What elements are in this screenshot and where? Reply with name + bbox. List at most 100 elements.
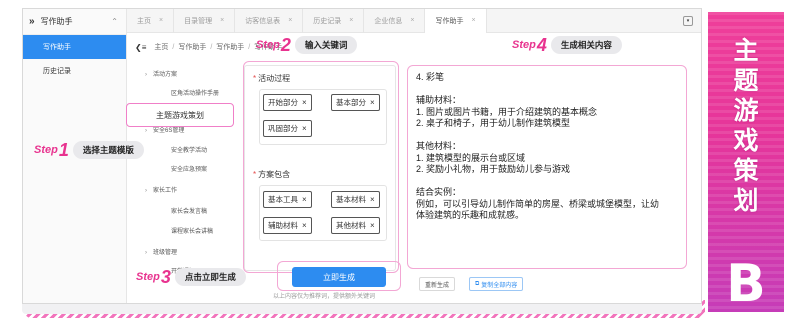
content-line: 1. 建筑模型的展示台或区域 <box>416 152 526 163</box>
tree-node[interactable]: 家长会发言稿 <box>171 206 207 215</box>
regenerate-button[interactable]: 重新生成 <box>419 277 456 291</box>
collapse-icon[interactable]: ❮≡ <box>135 43 146 52</box>
step-number: 1 <box>58 139 69 160</box>
dropdown-icon[interactable]: ▾ <box>683 16 693 26</box>
selected-template-item[interactable]: 主题游戏策划 <box>126 103 234 127</box>
content-gap <box>416 176 678 188</box>
content-gap <box>416 130 678 142</box>
step-tag: 输入关键词 <box>294 36 358 54</box>
chevron-right-icon: › <box>145 72 147 78</box>
banner-char: 策 <box>733 157 759 185</box>
step-tag: 点击立即生成 <box>174 268 246 286</box>
chip-label: 基本材料 <box>336 195 366 204</box>
breadcrumb-item[interactable]: 主页 <box>154 42 168 52</box>
close-icon[interactable]: × <box>370 221 375 230</box>
close-icon[interactable]: × <box>220 17 224 24</box>
banner-title: 主 题 游 戏 策 划 <box>708 36 784 216</box>
chip-label: 其他材料 <box>336 221 366 230</box>
content-line: 例如，可以引导幼儿制作简单的房屋、桥梁或城堡模型，让幼 <box>416 198 660 209</box>
tab-home[interactable]: 主页 × <box>127 9 175 33</box>
content-line: 2. 桌子和椅子，用于幼儿制作建筑模型 <box>416 118 571 128</box>
tree-node[interactable]: › 家长工作 <box>145 185 177 194</box>
close-icon[interactable]: × <box>302 98 307 107</box>
selected-template-label: 主题游戏策划 <box>156 110 204 120</box>
sidebar-title: 写作助手 <box>40 17 73 26</box>
close-icon[interactable]: × <box>370 195 375 204</box>
banner-char: 题 <box>733 67 759 95</box>
double-chevron-icon[interactable]: » <box>29 16 35 27</box>
close-icon[interactable]: × <box>302 195 307 204</box>
breadcrumb-item[interactable]: 写作助手 <box>178 42 206 52</box>
breadcrumb-item[interactable]: 写作助手 <box>216 42 244 52</box>
step-word: Step <box>512 39 536 51</box>
copy-button[interactable]: ⧉ 复制全部内容 <box>469 277 524 291</box>
close-icon[interactable]: × <box>471 17 475 24</box>
process-label: * 活动过程 <box>253 74 291 83</box>
step4-callout: Step 4 生成相关内容 <box>512 34 622 56</box>
step-tag: 选择主题模版 <box>72 141 144 159</box>
content-line: 1. 图片或图片书籍，用于介绍建筑的基本概念 <box>416 106 598 117</box>
step3-callout: Step 3 点击立即生成 <box>136 266 246 288</box>
banner-char: 划 <box>733 187 759 215</box>
chip-label: 开始部分 <box>268 98 298 107</box>
banner-char: 游 <box>733 97 759 125</box>
tree-node[interactable]: › 活动方案 <box>145 69 177 78</box>
tab-writing-assistant[interactable]: 写作助手 × <box>425 9 487 33</box>
chip-label: 基本部分 <box>336 98 366 107</box>
tab-label: 主页 <box>137 17 151 25</box>
tree-node-label: 安全应急预案 <box>171 167 208 173</box>
tree-node-label: 班级管理 <box>153 250 178 256</box>
tab-history[interactable]: 历史记录 × <box>303 9 365 33</box>
screenshot-frame: » 写作助手 ⌃ 写作助手 历史记录 主页 × 目录管理 × 访客信息表 × 历史记录… <box>0 0 708 325</box>
close-icon[interactable]: × <box>159 17 163 24</box>
tree-node[interactable]: 课程家长会讲稿 <box>171 226 213 235</box>
tree-node-label: 安全教学活动 <box>171 148 208 154</box>
plan-label: * 方案包含 <box>253 170 291 179</box>
close-icon[interactable]: × <box>349 17 353 24</box>
tree-node[interactable]: 区角活动操作手册 <box>171 88 219 97</box>
tree-node-label: 课程家长会讲稿 <box>171 229 214 235</box>
tree-node[interactable]: 安全教学活动 <box>171 145 207 154</box>
generated-content[interactable]: 4. 彩笔 辅助材料： 1. 图片或图片书籍，用于介绍建筑的基本概念 2. 桌子… <box>407 65 687 269</box>
chip-basic[interactable]: 基本部分 × <box>331 94 380 111</box>
content-line: 结合实例： <box>416 187 462 197</box>
sidebar-item-label: 写作助手 <box>43 44 71 51</box>
sidebar-item-writing-assistant[interactable]: 写作助手 <box>23 35 126 59</box>
content-line: 其他材料： <box>416 141 462 151</box>
generate-button[interactable]: 立即生成 <box>292 267 386 287</box>
close-icon[interactable]: × <box>302 221 307 230</box>
copy-button-label: 复制全部内容 <box>481 282 518 289</box>
generate-hint: 以上内容仅为推荐词，提供额外关键词 <box>273 294 376 300</box>
tree-node[interactable]: › 班级管理 <box>145 247 177 256</box>
close-icon[interactable]: × <box>410 17 414 24</box>
sidebar-header[interactable]: » 写作助手 ⌃ <box>23 9 126 35</box>
chip-consolidate[interactable]: 巩固部分 × <box>263 120 312 137</box>
banner-char: 戏 <box>733 127 759 155</box>
chevron-right-icon: › <box>145 128 147 134</box>
close-icon[interactable]: × <box>288 17 292 24</box>
chip-aux-materials[interactable]: 辅助材料 × <box>263 217 312 234</box>
tree-node-label: 家长工作 <box>153 188 178 194</box>
tab-directory[interactable]: 目录管理 × <box>174 9 236 33</box>
close-icon[interactable]: × <box>370 98 375 107</box>
tab-label: 写作助手 <box>435 17 464 25</box>
tree-node[interactable]: 安全应急预案 <box>171 164 207 173</box>
tab-bar: 主页 × 目录管理 × 访客信息表 × 历史记录 × 企业信息 × 写作助手 × ▾ <box>127 9 701 33</box>
chevron-up-icon[interactable]: ⌃ <box>111 17 118 26</box>
tab-company[interactable]: 企业信息 × <box>364 9 426 33</box>
chip-other-materials[interactable]: 其他材料 × <box>331 217 380 234</box>
close-icon[interactable]: × <box>302 124 307 133</box>
chip-label: 辅助材料 <box>268 221 298 230</box>
chip-basic-materials[interactable]: 基本材料 × <box>331 191 380 208</box>
chip-start[interactable]: 开始部分 × <box>263 94 312 111</box>
tab-label: 目录管理 <box>184 17 213 25</box>
banner-letter: B <box>726 254 766 312</box>
theme-banner: 主 题 游 戏 策 划 B <box>708 12 784 312</box>
tab-visitors[interactable]: 访客信息表 × <box>235 9 304 33</box>
sidebar-item-history[interactable]: 历史记录 <box>23 59 126 83</box>
tab-label: 历史记录 <box>313 17 342 25</box>
step-number: 2 <box>280 34 291 55</box>
step-word: Step <box>34 144 58 156</box>
step1-callout: Step 1 选择主题模版 <box>34 139 144 161</box>
chip-basic-tools[interactable]: 基本工具 × <box>263 191 312 208</box>
